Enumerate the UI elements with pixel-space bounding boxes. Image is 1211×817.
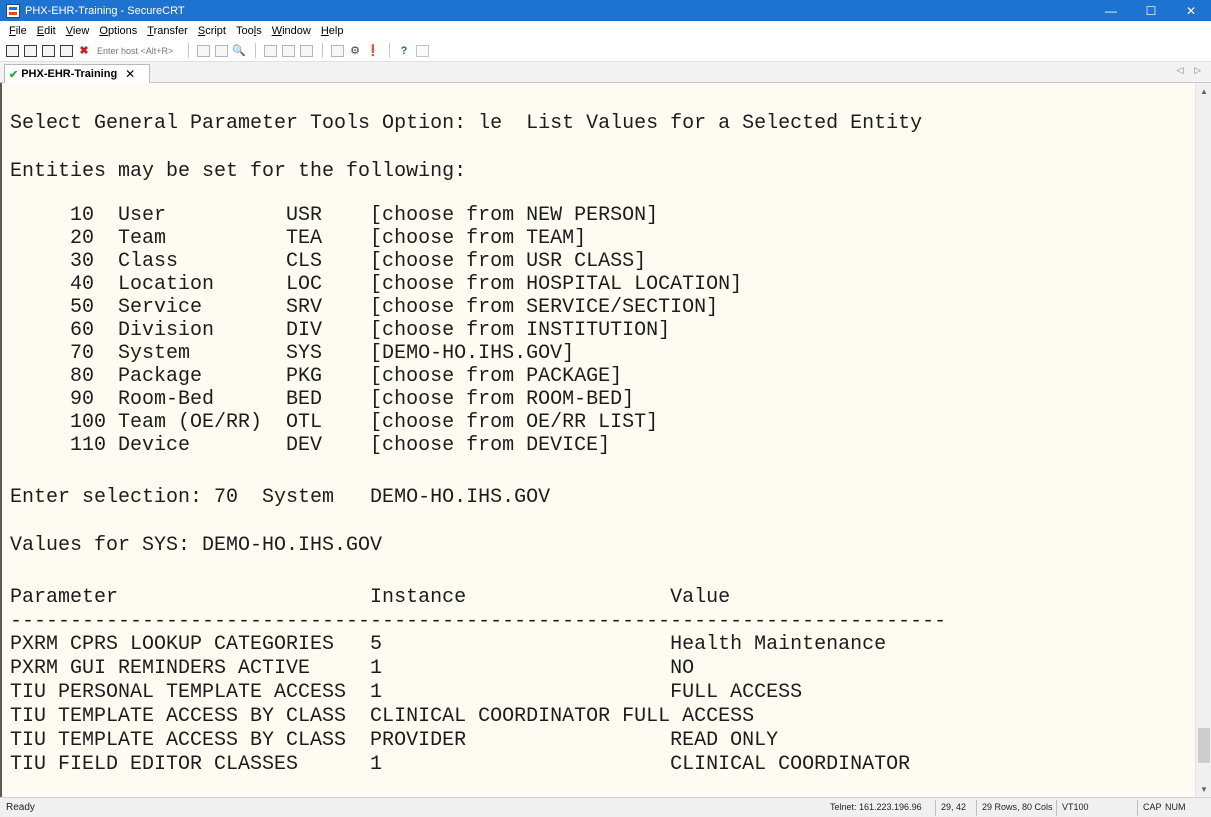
terminal-line: TIU TEMPLATE ACCESS BY CLASS PROVIDER RE… — [10, 729, 779, 752]
terminal-line: ----------------------------------------… — [10, 610, 947, 633]
menu-options[interactable]: Options — [94, 25, 142, 37]
close-tab-button[interactable]: ✕ — [125, 67, 135, 81]
print-icon[interactable] — [262, 43, 278, 58]
terminal-line: Parameter Instance Value — [10, 586, 731, 609]
tab-phx-ehr-training[interactable]: ✔ PHX-EHR-Training ✕ — [4, 64, 150, 83]
terminal-line: TIU PERSONAL TEMPLATE ACCESS 1 FULL ACCE… — [10, 681, 803, 704]
menu-transfer[interactable]: Transfer — [142, 25, 193, 37]
menu-file[interactable]: File — [4, 25, 32, 37]
toolbar-separator — [188, 43, 189, 58]
status-bar: Ready Telnet: 161.223.196.96 29, 42 29 R… — [0, 797, 1211, 817]
connect-in-tab-icon[interactable] — [40, 43, 56, 58]
terminal-screen[interactable]: Select General Parameter Tools Option: l… — [0, 83, 1195, 797]
help-icon[interactable]: ? — [396, 43, 412, 58]
global-options-icon[interactable]: ⚙ — [347, 43, 363, 58]
terminal-line: 100 Team (OE/RR) OTL [choose from OE/RR … — [10, 411, 659, 434]
printer-icon[interactable] — [298, 43, 314, 58]
terminal-line: 40 Location LOC [choose from HOSPITAL LO… — [10, 273, 743, 296]
copy-icon[interactable] — [195, 43, 211, 58]
session-options-icon[interactable] — [329, 43, 345, 58]
vertical-scrollbar[interactable]: ▲ ▼ — [1195, 83, 1211, 797]
menu-script[interactable]: Script — [193, 25, 231, 37]
status-emulation: VT100 — [1056, 800, 1094, 816]
title-bar: PHX-EHR-Training - SecureCRT — ☐ ✕ — [0, 0, 1211, 21]
menu-edit[interactable]: Edit — [32, 25, 61, 37]
scrollbar-thumb[interactable] — [1198, 728, 1210, 763]
status-ready: Ready — [6, 802, 35, 813]
close-window-button[interactable]: ✕ — [1171, 0, 1211, 21]
menu-view[interactable]: View — [61, 25, 95, 37]
terminal-line: Select General Parameter Tools Option: l… — [10, 112, 923, 135]
tab-scroll-arrows[interactable]: ◁ ▷ — [1177, 65, 1205, 76]
terminal-line: 30 Class CLS [choose from USR CLASS] — [10, 250, 647, 273]
terminal-line: Values for SYS: DEMO-HO.IHS.GOV — [10, 534, 383, 557]
terminal-line: 80 Package PKG [choose from PACKAGE] — [10, 365, 623, 388]
print-selection-icon[interactable] — [280, 43, 296, 58]
minimize-button[interactable]: — — [1091, 0, 1131, 21]
session-tab-strip: ✔ PHX-EHR-Training ✕ ◁ ▷ — [0, 62, 1211, 83]
menu-bar: File Edit View Options Transfer Script T… — [0, 21, 1211, 40]
enter-host-input[interactable] — [97, 43, 179, 58]
menu-help[interactable]: Help — [316, 25, 349, 37]
tab-label: PHX-EHR-Training — [21, 68, 118, 80]
status-terminal-size: 29 Rows, 80 Cols — [976, 800, 1058, 816]
toolbar-separator — [389, 43, 390, 58]
terminal-line: 50 Service SRV [choose from SERVICE/SECT… — [10, 296, 719, 319]
terminal-line: Enter selection: 70 System DEMO-HO.IHS.G… — [10, 486, 551, 509]
terminal-line: PXRM CPRS LOOKUP CATEGORIES 5 Health Mai… — [10, 633, 887, 656]
sftp-icon[interactable] — [414, 43, 430, 58]
scroll-down-icon[interactable]: ▼ — [1196, 781, 1211, 797]
terminal-line: 110 Device DEV [choose from DEVICE] — [10, 434, 611, 457]
terminal-line: 90 Room-Bed BED [choose from ROOM-BED] — [10, 388, 635, 411]
terminal-line: 60 Division DIV [choose from INSTITUTION… — [10, 319, 671, 342]
keymap-icon[interactable]: ❗ — [365, 43, 381, 58]
maximize-button[interactable]: ☐ — [1131, 0, 1171, 21]
terminal-line: 70 System SYS [DEMO-HO.IHS.GOV] — [10, 342, 575, 365]
status-num-lock: NUM — [1165, 802, 1186, 812]
scroll-up-icon[interactable]: ▲ — [1196, 83, 1211, 99]
find-icon[interactable]: 🔍 — [231, 43, 247, 58]
terminal-line: PXRM GUI REMINDERS ACTIVE 1 NO — [10, 657, 695, 680]
terminal-line: Entities may be set for the following: — [10, 160, 467, 183]
reconnect-icon[interactable] — [58, 43, 74, 58]
window-title: PHX-EHR-Training - SecureCRT — [25, 4, 185, 17]
terminal-line: TIU TEMPLATE ACCESS BY CLASS CLINICAL CO… — [10, 705, 755, 728]
toolbar: ✖ 🔍 ⚙ ❗ ? — [0, 40, 1211, 62]
securecrt-app-icon[interactable] — [6, 3, 20, 18]
connect-icon[interactable] — [4, 43, 20, 58]
menu-tools[interactable]: Tools — [231, 25, 267, 37]
disconnect-icon[interactable]: ✖ — [76, 43, 92, 58]
terminal-line: 10 User USR [choose from NEW PERSON] — [10, 204, 659, 227]
window-controls: — ☐ ✕ — [1091, 0, 1211, 21]
terminal-line: 20 Team TEA [choose from TEAM] — [10, 227, 587, 250]
toolbar-separator — [255, 43, 256, 58]
status-connection: Telnet: 161.223.196.96 — [830, 802, 922, 812]
connected-check-icon: ✔ — [9, 68, 19, 81]
status-cursor-position: 29, 42 — [935, 800, 971, 816]
quick-connect-icon[interactable] — [22, 43, 38, 58]
terminal-line: TIU FIELD EDITOR CLASSES 1 CLINICAL COOR… — [10, 753, 911, 776]
paste-icon[interactable] — [213, 43, 229, 58]
toolbar-separator — [322, 43, 323, 58]
menu-window[interactable]: Window — [267, 25, 316, 37]
